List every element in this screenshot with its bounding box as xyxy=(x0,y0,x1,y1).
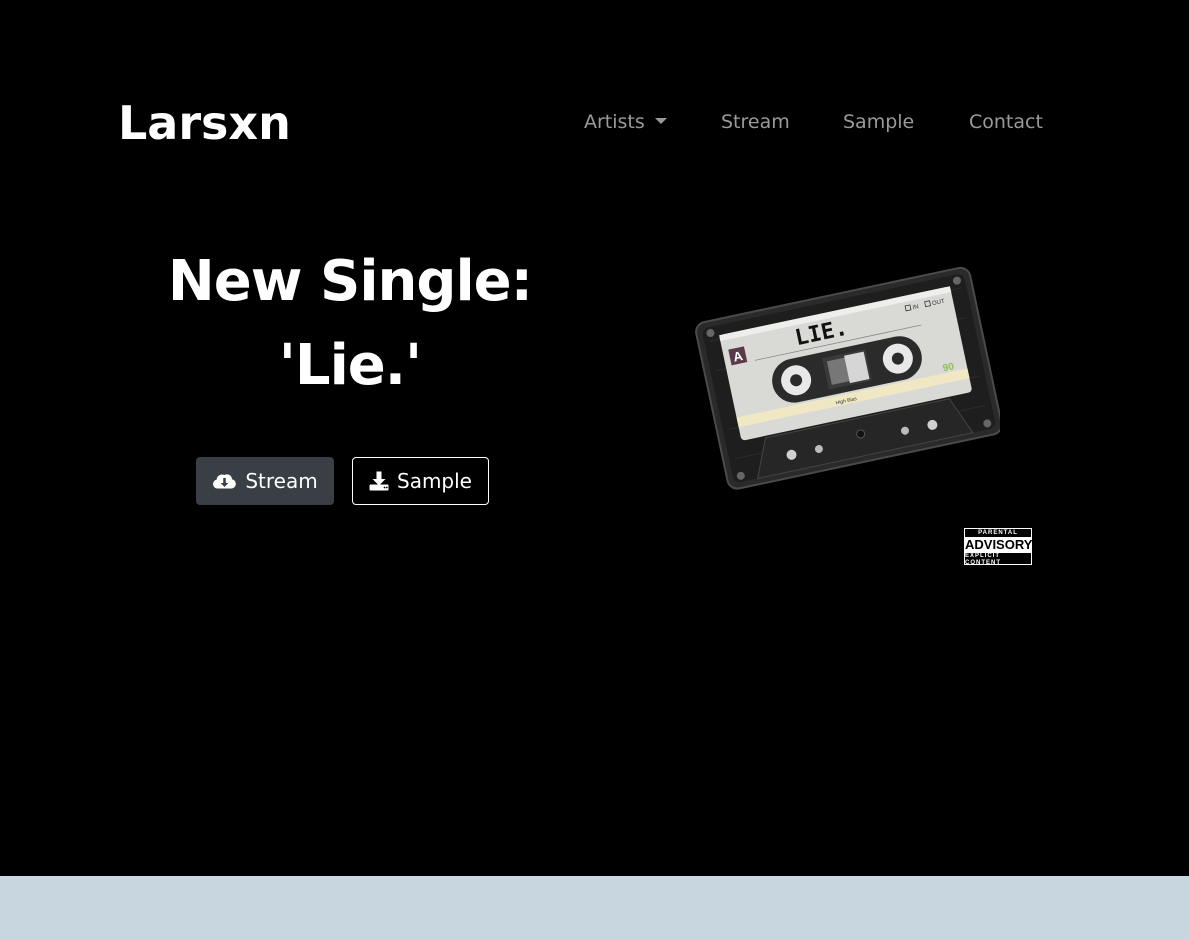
caret-down-icon xyxy=(654,117,667,124)
parental-advisory-badge: PARENTAL ADVISORY EXPLICIT CONTENT xyxy=(964,528,1033,566)
cassette-check-in: IN xyxy=(912,304,919,311)
cassette-image: A LIE. IN OUT 90 High Bias xyxy=(680,255,1003,495)
hero-section: Larsxn Artists Stream Sample Contact New… xyxy=(0,0,1189,876)
headline-line-1: New Single: xyxy=(167,249,533,314)
nav-contact-link[interactable]: Contact xyxy=(969,108,1043,136)
nav-artists-dropdown[interactable]: Artists xyxy=(584,108,667,136)
advisory-top-text: PARENTAL xyxy=(978,530,1018,536)
footer-band xyxy=(0,876,1189,940)
sample-button[interactable]: Sample xyxy=(352,457,489,505)
advisory-bottom-text: EXPLICIT CONTENT xyxy=(965,553,1001,566)
stream-button[interactable]: Stream xyxy=(196,457,334,505)
stream-button-label: Stream xyxy=(245,469,318,493)
cloud-download-icon xyxy=(212,471,237,491)
advisory-middle-text: ADVISORY xyxy=(965,537,1033,553)
sample-button-label: Sample xyxy=(397,469,472,493)
download-icon xyxy=(369,471,389,491)
nav-stream-link[interactable]: Stream xyxy=(721,108,790,136)
hero-headline: New Single: 'Lie.' xyxy=(100,240,600,408)
headline-line-2: 'Lie.' xyxy=(278,333,422,398)
brand-logo[interactable]: Larsxn xyxy=(118,94,291,152)
nav-sample-link[interactable]: Sample xyxy=(843,108,914,136)
nav-artists-label: Artists xyxy=(584,111,645,133)
